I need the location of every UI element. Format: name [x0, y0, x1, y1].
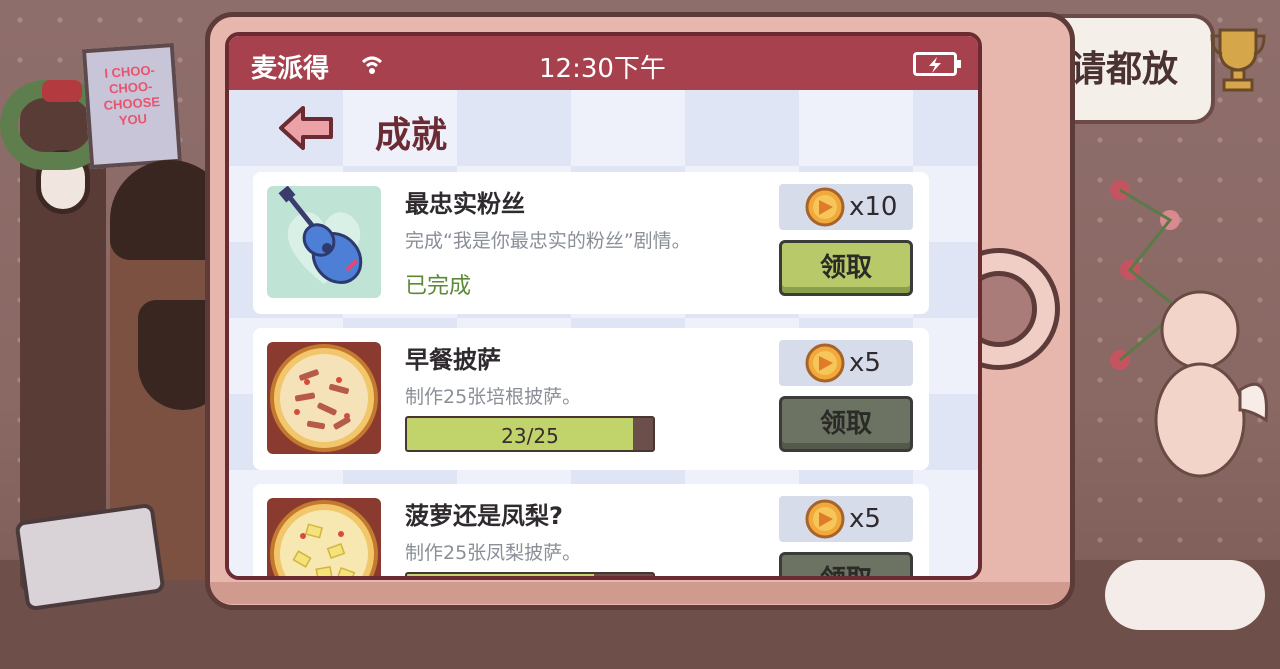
progress-bar: 23/25 [405, 416, 655, 452]
pizza-coin-icon [805, 187, 845, 227]
status-bar: 麦派得 12:30下午 [229, 36, 978, 90]
page-title: 成就 [375, 115, 448, 156]
reward-amount: x10 [849, 192, 898, 222]
reward-amount: x5 [849, 348, 881, 378]
pizza-coin-icon [805, 343, 845, 383]
progress-bar [405, 572, 655, 576]
achievement-title: 最忠实粉丝 [405, 190, 525, 218]
pizza-coin-icon [805, 499, 845, 539]
device-bottom-edge [210, 582, 1070, 604]
panel-header: 成就 [229, 90, 978, 170]
pineapple-pizza-icon [267, 498, 381, 576]
achievements-panel: 成就 最忠实粉丝 完成“我是你最忠实的粉丝”剧情。 已完成 x10 领取 早餐披… [229, 90, 978, 576]
battery-icon [913, 52, 961, 76]
back-arrow-icon[interactable] [277, 104, 335, 152]
achievement-title: 早餐披萨 [405, 346, 501, 374]
reward-badge: x10 [779, 184, 913, 230]
cupid-statue [1154, 290, 1268, 478]
wifi-icon [362, 56, 382, 74]
floor-cushion [1105, 560, 1265, 630]
achievement-description: 制作25张凤梨披萨。 [405, 542, 582, 564]
reward-amount: x5 [849, 504, 881, 534]
claim-button[interactable]: 领取 [779, 396, 913, 452]
bacon-pizza-icon [267, 342, 381, 454]
trophy-icon [1210, 28, 1266, 92]
achievement-card: 早餐披萨 制作25张培根披萨。 23/25 x5 领取 [253, 328, 929, 470]
achievement-status: 已完成 [405, 274, 472, 299]
claim-button[interactable]: 领取 [779, 240, 913, 296]
poster-text: I CHOO-CHOO-CHOOSE YOU [103, 62, 161, 128]
cash-register [14, 502, 166, 612]
progress-text: 23/25 [501, 424, 559, 448]
status-time: 12:30下午 [539, 54, 666, 84]
wreath-bow [42, 80, 82, 102]
achievement-card: 菠萝还是凤梨? 制作25张凤梨披萨。 x5 领取 [253, 484, 929, 576]
claim-button[interactable]: 领取 [779, 552, 913, 576]
achievement-card: 最忠实粉丝 完成“我是你最忠实的粉丝”剧情。 已完成 x10 领取 [253, 172, 929, 314]
reward-badge: x5 [779, 496, 913, 542]
phone-screen: 麦派得 12:30下午 成就 最忠实粉丝 完成“我是你最忠实的粉丝”剧情。 已完… [225, 32, 982, 580]
carrier-name: 麦派得 [251, 54, 330, 84]
guitar-icon [267, 186, 381, 298]
side-panel-text: 请都放 [1070, 49, 1179, 90]
achievement-description: 完成“我是你最忠实的粉丝”剧情。 [405, 230, 691, 252]
achievement-title: 菠萝还是凤梨? [405, 502, 563, 530]
progress-fill [407, 574, 594, 576]
reward-badge: x5 [779, 340, 913, 386]
wall-poster: I CHOO-CHOO-CHOOSE YOU [81, 42, 183, 170]
achievement-description: 制作25张培根披萨。 [405, 386, 582, 408]
